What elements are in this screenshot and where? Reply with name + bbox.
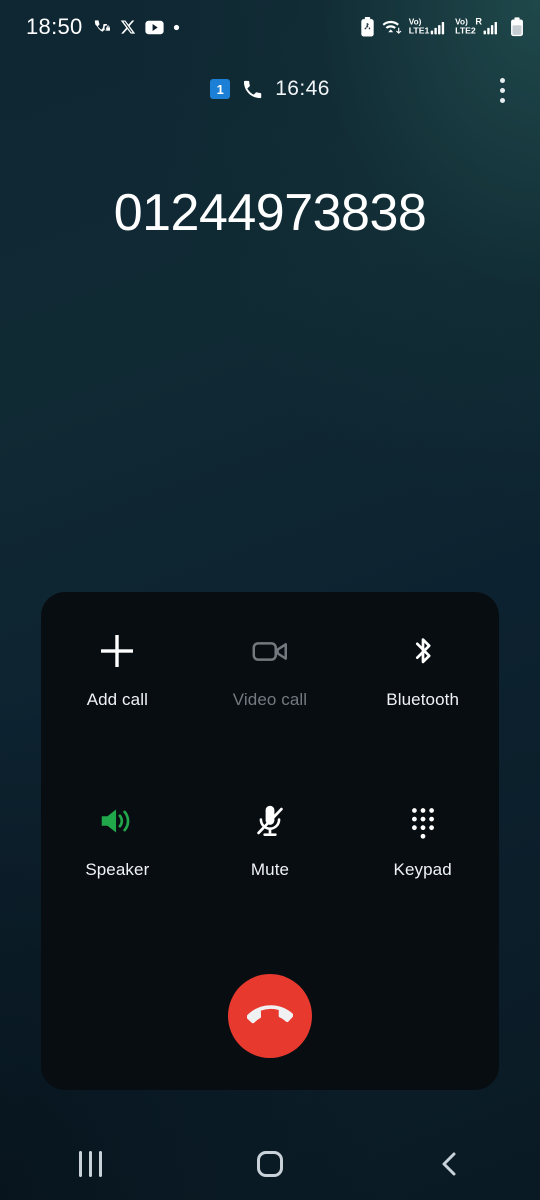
bluetooth-label: Bluetooth bbox=[386, 690, 460, 709]
recents-icon bbox=[78, 1151, 102, 1177]
status-bar-left: 18:50 bbox=[26, 14, 180, 40]
speaker-icon bbox=[96, 790, 138, 852]
battery-saver-icon bbox=[360, 17, 375, 37]
plus-icon bbox=[96, 620, 138, 682]
call-screen: 18:50 Vo) LTE1 Vo) LTE2 R 1 16:46 012449… bbox=[0, 0, 540, 1200]
call-duration: 16:46 bbox=[275, 77, 330, 100]
microphone-off-icon bbox=[249, 790, 291, 852]
bluetooth-button[interactable]: Bluetooth bbox=[346, 620, 499, 738]
battery-icon bbox=[510, 17, 524, 37]
sim-slot-badge: 1 bbox=[210, 79, 231, 99]
speaker-button[interactable]: Speaker bbox=[41, 790, 194, 908]
home-button[interactable] bbox=[225, 1128, 315, 1200]
svg-text:LTE2: LTE2 bbox=[455, 25, 476, 35]
notification-dot-icon bbox=[173, 24, 180, 31]
menu-dot bbox=[499, 97, 505, 103]
call-controls-grid: Add call Video call Bluetooth Speaker Mu… bbox=[41, 620, 499, 908]
svg-text:LTE1: LTE1 bbox=[409, 25, 430, 35]
svg-text:R: R bbox=[475, 17, 482, 27]
video-call-button[interactable]: Video call bbox=[194, 620, 347, 738]
status-bar-right: Vo) LTE1 Vo) LTE2 R bbox=[360, 16, 524, 38]
caller-phone-number: 01244973838 bbox=[113, 184, 427, 242]
in-call-controls-panel: Add call Video call Bluetooth Speaker Mu… bbox=[41, 592, 499, 1090]
menu-dot bbox=[499, 77, 505, 83]
android-navigation-bar bbox=[0, 1128, 540, 1200]
active-call-handset-icon bbox=[241, 78, 264, 101]
mute-button[interactable]: Mute bbox=[194, 790, 347, 908]
volte1-signal-icon: Vo) LTE1 bbox=[408, 16, 448, 38]
dialpad-icon bbox=[402, 790, 444, 852]
x-twitter-icon bbox=[120, 19, 136, 35]
call-status-header: 1 16:46 bbox=[0, 68, 540, 110]
keypad-label: Keypad bbox=[393, 860, 452, 879]
back-icon bbox=[437, 1150, 463, 1178]
youtube-icon bbox=[144, 20, 164, 35]
end-call-button[interactable] bbox=[228, 974, 312, 1058]
more-options-button[interactable] bbox=[482, 70, 522, 110]
missed-call-lock-icon bbox=[92, 18, 111, 37]
home-icon bbox=[257, 1151, 283, 1177]
keypad-button[interactable]: Keypad bbox=[346, 790, 499, 908]
back-button[interactable] bbox=[405, 1128, 495, 1200]
video-call-label: Video call bbox=[232, 690, 308, 709]
video-camera-icon bbox=[249, 620, 291, 682]
menu-dot bbox=[499, 87, 505, 93]
speaker-label: Speaker bbox=[85, 860, 150, 879]
status-bar: 18:50 Vo) LTE1 Vo) LTE2 R bbox=[0, 0, 540, 54]
end-call-handset-icon bbox=[247, 993, 293, 1039]
status-bar-clock: 18:50 bbox=[26, 14, 83, 39]
recents-button[interactable] bbox=[45, 1128, 135, 1200]
add-call-button[interactable]: Add call bbox=[41, 620, 194, 738]
end-call-area bbox=[41, 974, 499, 1058]
add-call-label: Add call bbox=[86, 690, 148, 709]
volte2-roaming-signal-icon: Vo) LTE2 R bbox=[454, 16, 504, 38]
wifi-data-icon bbox=[381, 18, 402, 36]
mute-label: Mute bbox=[250, 860, 290, 879]
bluetooth-icon bbox=[402, 620, 444, 682]
